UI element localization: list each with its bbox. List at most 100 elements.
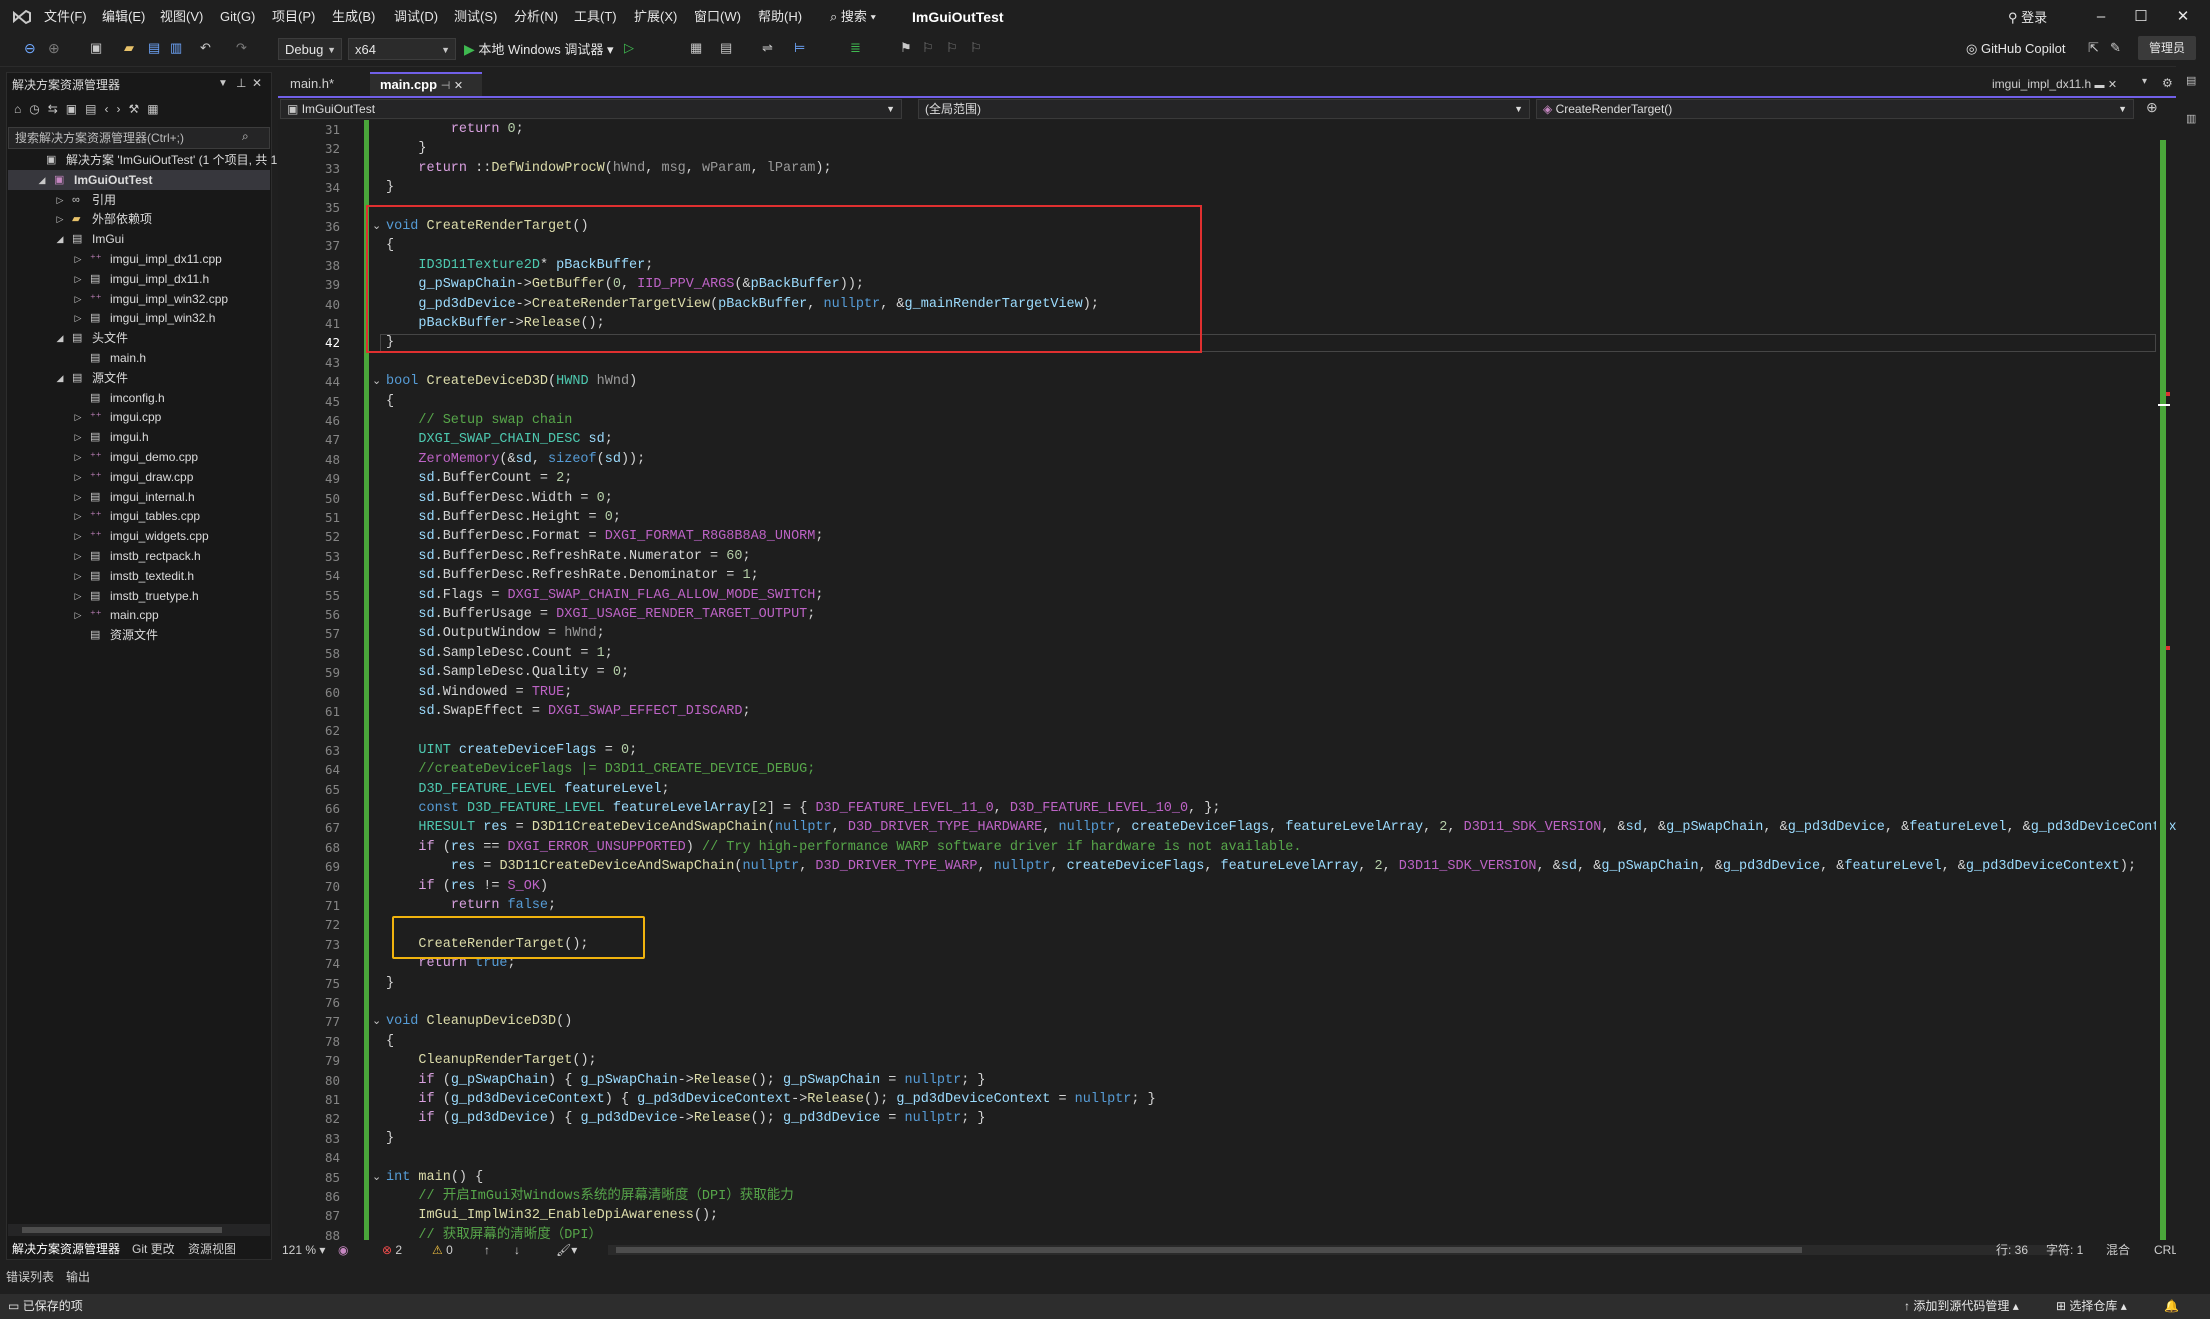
tab-solution-panel[interactable]: Git 更改: [132, 1240, 175, 1257]
warning-count[interactable]: ⚠ 0: [432, 1240, 453, 1260]
code-line[interactable]: }: [386, 139, 426, 158]
forward-icon[interactable]: ⊕: [48, 40, 66, 58]
code-line[interactable]: sd.BufferDesc.Format = DXGI_FORMAT_R8G8B…: [386, 527, 823, 546]
close-tab-icon[interactable]: ✕: [454, 80, 463, 92]
expand-arrow-icon[interactable]: ▷: [72, 546, 84, 566]
tree-item[interactable]: ▷ ▤ imgui_impl_win32.h: [8, 308, 270, 328]
expand-arrow-icon[interactable]: ▷: [72, 269, 84, 289]
collapse-arrow-icon[interactable]: ◢: [54, 328, 66, 348]
scrollbar-thumb[interactable]: [2158, 404, 2170, 406]
tree-item[interactable]: ▷ ▰ 外部依赖项: [8, 209, 270, 229]
code-line[interactable]: // 开启ImGui对Windows系统的屏幕清晰度（DPI）获取能力: [386, 1187, 793, 1206]
tree-item[interactable]: ▤ 资源文件: [8, 625, 270, 645]
tree-item[interactable]: ▷ ▤ imgui_impl_dx11.h: [8, 269, 270, 289]
tree-item[interactable]: ▷ ∞ 引用: [8, 190, 270, 210]
pin-icon[interactable]: ⊣: [441, 80, 451, 92]
fold-toggle-icon[interactable]: ⌄: [372, 1168, 384, 1187]
tab-overflow-icon[interactable]: ▾: [2142, 76, 2147, 87]
settings-icon[interactable]: ⚙: [2162, 76, 2173, 90]
code-line[interactable]: if (g_pSwapChain) { g_pSwapChain->Releas…: [386, 1071, 985, 1090]
tree-item[interactable]: ◢ ▤ 源文件: [8, 368, 270, 388]
platform-dropdown[interactable]: x64 ▼: [348, 38, 456, 60]
feedback-icon[interactable]: ✎: [2110, 40, 2128, 58]
menu-item[interactable]: Git(G): [220, 0, 255, 34]
code-line[interactable]: sd.SwapEffect = DXGI_SWAP_EFFECT_DISCARD…: [386, 702, 750, 721]
menu-item[interactable]: 项目(P): [272, 0, 315, 34]
menu-item[interactable]: 窗口(W): [694, 0, 741, 34]
login-button[interactable]: ⚲ 登录: [2008, 7, 2047, 26]
indent-icon[interactable]: ≣: [850, 40, 868, 58]
start-without-debug-icon[interactable]: ▷: [624, 40, 642, 58]
prev-issue-icon[interactable]: ↑: [484, 1240, 490, 1260]
share-icon[interactable]: ⇱: [2088, 40, 2106, 58]
redo-icon[interactable]: ↷: [236, 40, 254, 58]
tree-item[interactable]: ▷ ⁺⁺ imgui_demo.cpp: [8, 447, 270, 467]
code-line[interactable]: if (g_pd3dDevice) { g_pd3dDevice->Releas…: [386, 1109, 985, 1128]
next-issue-icon[interactable]: ↓: [514, 1240, 520, 1260]
code-line[interactable]: if (res != S_OK): [386, 877, 548, 896]
menu-item[interactable]: 测试(S): [454, 0, 497, 34]
expand-arrow-icon[interactable]: ▷: [72, 249, 84, 269]
minimize-button[interactable]: –: [2090, 6, 2112, 28]
code-line[interactable]: sd.OutputWindow = hWnd;: [386, 624, 604, 643]
code-line[interactable]: ZeroMemory(&sd, sizeof(sd));: [386, 450, 645, 469]
code-line[interactable]: res = D3D11CreateDeviceAndSwapChain(null…: [386, 857, 2136, 876]
code-line[interactable]: sd.SampleDesc.Quality = 0;: [386, 663, 629, 682]
menu-item[interactable]: 工具(T): [574, 0, 617, 34]
clear-bookmark-icon[interactable]: ⚐: [970, 40, 988, 58]
tab-bottom-panel[interactable]: 错误列表: [6, 1268, 54, 1285]
format-icon[interactable]: ⇌: [762, 40, 780, 58]
notifications-icon[interactable]: 🔔: [2164, 1294, 2179, 1319]
code-line[interactable]: sd.BufferDesc.RefreshRate.Numerator = 60…: [386, 547, 750, 566]
code-line[interactable]: sd.BufferUsage = DXGI_USAGE_RENDER_TARGE…: [386, 605, 815, 624]
collapse-arrow-icon[interactable]: ◢: [54, 229, 66, 249]
code-line[interactable]: if (res == DXGI_ERROR_UNSUPPORTED) // Tr…: [386, 838, 1301, 857]
comment-icon[interactable]: ⊨: [794, 40, 812, 58]
mode-indicator[interactable]: 混合: [2106, 1240, 2130, 1260]
menu-item[interactable]: 调试(D): [394, 0, 438, 34]
expand-arrow-icon[interactable]: ▷: [72, 506, 84, 526]
maximize-button[interactable]: ☐: [2130, 6, 2152, 28]
expand-arrow-icon[interactable]: ▷: [72, 289, 84, 309]
properties-rail-icon[interactable]: ▤: [2186, 74, 2196, 87]
expand-arrow-icon[interactable]: ▷: [72, 487, 84, 507]
expand-arrow-icon[interactable]: ▷: [54, 190, 66, 210]
code-line[interactable]: sd.BufferCount = 2;: [386, 469, 572, 488]
expand-arrow-icon[interactable]: ▷: [72, 427, 84, 447]
search-box[interactable]: ⌕ 搜索 ▾: [830, 6, 876, 28]
tree-item[interactable]: ▷ ⁺⁺ imgui_impl_win32.cpp: [8, 289, 270, 309]
pin-icon[interactable]: ▬: [2095, 80, 2105, 91]
expand-arrow-icon[interactable]: ▷: [72, 467, 84, 487]
menu-item[interactable]: 视图(V): [160, 0, 203, 34]
tree-item[interactable]: ▷ ⁺⁺ main.cpp: [8, 605, 270, 625]
menu-item[interactable]: 帮助(H): [758, 0, 802, 34]
expand-arrow-icon[interactable]: ▷: [72, 407, 84, 427]
code-line[interactable]: UINT createDeviceFlags = 0;: [386, 741, 637, 760]
code-line[interactable]: {: [386, 392, 394, 411]
code-line[interactable]: sd.SampleDesc.Count = 1;: [386, 644, 612, 663]
menu-item[interactable]: 生成(B): [332, 0, 375, 34]
close-panel-icon[interactable]: ✕: [252, 76, 262, 90]
code-line[interactable]: int main() {: [386, 1168, 483, 1187]
solution-explorer-toolbar[interactable]: ⌂◷⇆▣▤‹›⚒▦: [14, 102, 264, 120]
expand-arrow-icon[interactable]: ▷: [72, 308, 84, 328]
code-line[interactable]: const D3D_FEATURE_LEVEL featureLevelArra…: [386, 799, 1220, 818]
code-line[interactable]: sd.BufferDesc.Width = 0;: [386, 489, 612, 508]
panel-menu-icon[interactable]: ▼: [218, 78, 228, 89]
fold-toggle-icon[interactable]: ⌄: [372, 372, 384, 391]
back-icon[interactable]: ⊖: [24, 40, 42, 58]
tab-main-h[interactable]: main.h*: [280, 72, 344, 96]
code-line[interactable]: sd.BufferDesc.RefreshRate.Denominator = …: [386, 566, 758, 585]
zoom-dropdown[interactable]: 121 % ▾: [282, 1240, 325, 1260]
tree-item[interactable]: ▷ ▤ imstb_textedit.h: [8, 566, 270, 586]
tree-item[interactable]: ▷ ⁺⁺ imgui_widgets.cpp: [8, 526, 270, 546]
code-line[interactable]: DXGI_SWAP_CHAIN_DESC sd;: [386, 430, 612, 449]
tab-bottom-panel[interactable]: 输出: [66, 1268, 90, 1285]
admin-badge[interactable]: 管理员: [2138, 36, 2196, 60]
menu-item[interactable]: 编辑(E): [102, 0, 145, 34]
tab-main-cpp[interactable]: main.cpp ⊣ ✕: [370, 72, 482, 96]
close-window-button[interactable]: ✕: [2172, 6, 2194, 28]
tree-item[interactable]: ▣ 解决方案 'ImGuiOutTest' (1 个项目, 共 1: [8, 150, 277, 170]
add-source-control-button[interactable]: ↑ 添加到源代码管理 ▴: [1904, 1294, 2019, 1319]
code-line[interactable]: // Setup swap chain: [386, 411, 572, 430]
